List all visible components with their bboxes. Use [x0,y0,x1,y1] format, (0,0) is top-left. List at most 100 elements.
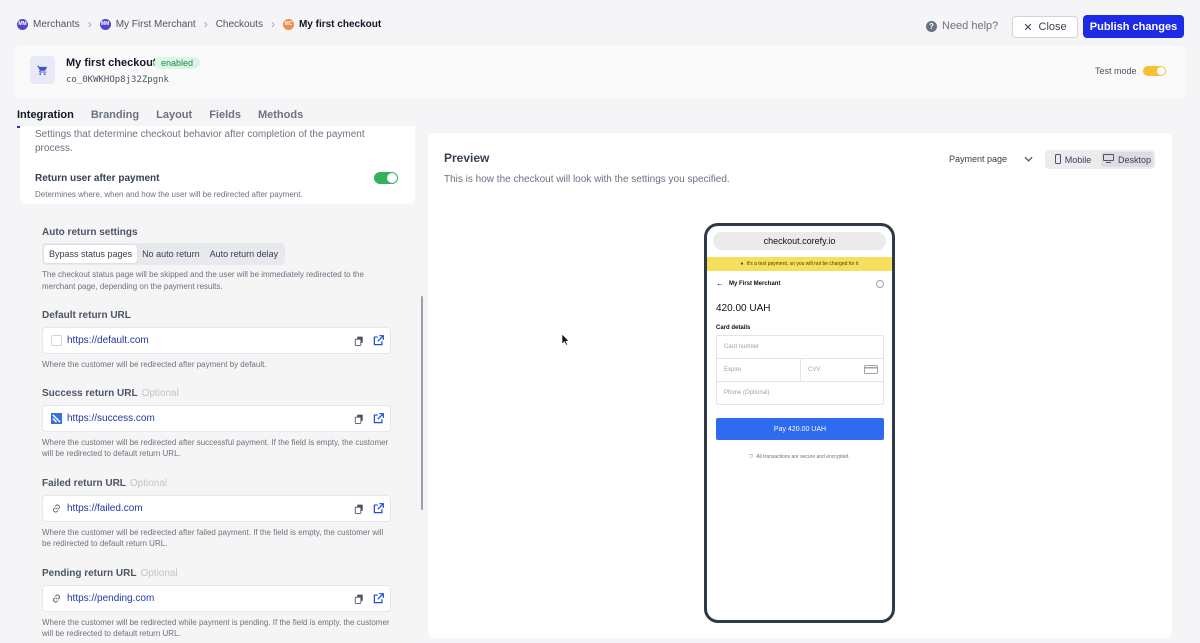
failed-url-label: Failed return URL Optional [42,478,167,489]
payment-amount: 420.00 UAH [716,303,771,314]
phone-input[interactable]: Phone (Optional) [716,381,884,405]
pending-url-label: Pending return URL Optional [42,568,178,579]
field-label-text: Pending return URL [42,568,137,579]
preview-description: This is how the checkout will look with … [444,174,730,185]
option-bypass-status-pages[interactable]: Bypass status pages [44,245,138,263]
chevron-down-icon [1024,154,1033,164]
merchant-avatar: MM [17,18,28,30]
external-link-icon[interactable] [371,412,385,426]
phone-preview: checkout.corefy.io ● It's a test payment… [704,223,895,623]
copy-icon[interactable] [352,502,366,516]
default-url-help: Where the customer will be redirected af… [42,360,267,369]
external-link-icon[interactable] [371,502,385,516]
device-desktop[interactable]: Desktop [1101,152,1153,167]
return-user-card: Settings that determine checkout behavio… [20,126,415,204]
close-label: Close [1038,21,1067,33]
cart-icon [30,56,55,84]
globe-icon[interactable] [876,279,884,288]
mobile-icon [1054,153,1061,166]
card-details-label: Card details [716,325,751,331]
breadcrumb-merchant[interactable]: MM My First Merchant [99,18,196,30]
success-url-value: https://success.com [67,413,155,424]
breadcrumb-label: Merchants [33,18,80,30]
field-label-text: Success return URL [42,388,138,399]
test-mode-label: Test mode [1095,66,1137,76]
help-label: Need help? [942,20,999,32]
auto-return-segmented-control: Bypass status pages No auto return Auto … [42,243,286,265]
external-link-icon[interactable] [371,592,385,606]
return-user-toggle[interactable] [374,172,398,184]
optional-tag: Optional [141,388,179,399]
card-number-input[interactable]: Card number [716,335,884,359]
secure-note: ⛉ All transactions are secure and encryp… [707,454,892,460]
checkout-title: My first checkout [66,57,157,69]
failed-url-field[interactable]: https://failed.com [42,495,391,522]
option-auto-return-delay[interactable]: Auto return delay [205,245,284,263]
preview-title: Preview [444,151,490,165]
external-link-icon[interactable] [371,334,385,348]
test-mode: Test mode [1095,66,1166,76]
secure-note-text: All transactions are secure and encrypte… [756,454,850,460]
close-button[interactable]: ✕ Close [1012,16,1078,38]
desktop-icon [1102,154,1114,165]
cvv-input[interactable]: CVV [800,358,884,382]
phone-merchant-bar: ← My First Merchant [716,279,884,288]
test-mode-toggle[interactable] [1142,66,1166,76]
checkout-header [15,45,1185,98]
link-icon [50,503,62,515]
failed-url-value: https://failed.com [67,503,143,514]
blank-favicon-icon [50,335,62,347]
expire-input[interactable]: Expire [716,358,801,382]
publish-button[interactable]: Publish changes [1083,15,1184,38]
failed-url-help: Where the customer will be redirected af… [42,528,384,548]
chevron-right-icon: › [270,17,275,31]
option-no-auto-return[interactable]: No auto return [137,245,205,263]
phone-url-bar: checkout.corefy.io [713,232,886,250]
breadcrumb-label: My First Merchant [115,18,196,30]
settings-panel: Settings that determine checkout behavio… [20,126,415,643]
default-url-field[interactable]: https://default.com [42,327,391,354]
auto-return-title: Auto return settings [42,227,138,238]
auto-return-settings: Auto return settings Bypass status pages… [33,219,403,643]
return-user-title: Return user after payment [35,173,160,184]
page-select[interactable]: Payment page [949,154,1033,164]
test-banner-text: It's a test payment, so you will not be … [746,261,859,267]
close-icon: ✕ [1023,21,1033,34]
page-select-value: Payment page [949,154,1008,164]
pay-button[interactable]: Pay 420.00 UAH [716,418,884,440]
breadcrumb-merchants[interactable]: MM Merchants [17,18,80,30]
field-label-text: Failed return URL [42,478,126,489]
chevron-right-icon: › [87,17,92,31]
pending-url-value: https://pending.com [67,593,155,604]
section-description: Settings that determine checkout behavio… [35,129,365,154]
breadcrumb-checkouts[interactable]: Checkouts [216,19,263,30]
site-favicon-icon [50,413,62,425]
shield-icon: ⛉ [749,454,754,460]
card-icon [864,364,878,376]
scrollbar[interactable] [421,296,423,510]
help-link[interactable]: ? Need help? [926,20,998,32]
status-badge: enabled [154,57,201,69]
optional-tag: Optional [129,478,168,489]
copy-icon[interactable] [352,334,366,348]
checkout-avatar: MC [282,18,294,30]
success-url-field[interactable]: https://success.com [42,405,391,432]
default-url-value: https://default.com [67,335,149,346]
device-label: Desktop [1117,154,1152,165]
pending-url-help: Where the customer will be redirected wh… [42,618,390,638]
mouse-cursor-icon [561,333,570,349]
copy-icon[interactable] [352,592,366,606]
pending-url-field[interactable]: https://pending.com [42,585,391,612]
device-mobile[interactable]: Mobile [1047,152,1099,167]
field-label-text: Default return URL [42,310,131,321]
cvv-placeholder: CVV [808,367,821,373]
return-user-description: Determines where, when and how the user … [35,190,303,199]
arrow-left-icon[interactable]: ← [716,279,724,288]
breadcrumb-label: My first checkout [298,18,382,30]
breadcrumb-current: MC My first checkout [282,18,382,30]
merchant-avatar: MM [99,18,111,30]
device-toggle: Mobile Desktop [1045,150,1155,169]
optional-tag: Optional [140,568,178,579]
link-icon [50,593,62,605]
copy-icon[interactable] [352,412,366,426]
